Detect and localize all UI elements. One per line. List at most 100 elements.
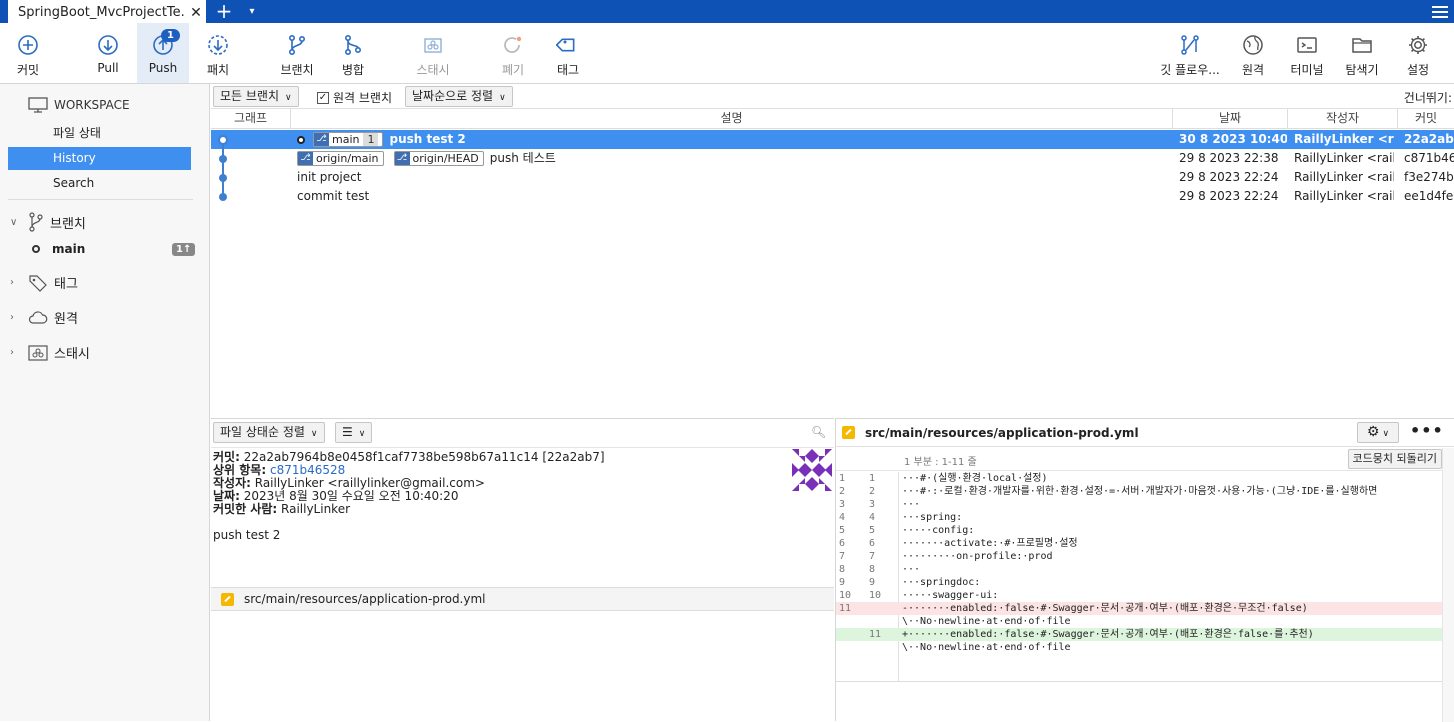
settings-button[interactable]: 설정 bbox=[1398, 23, 1438, 83]
diff-line[interactable]: 10 10 ·····swagger-ui: bbox=[836, 589, 1442, 602]
chevron-right-icon[interactable]: › bbox=[10, 277, 22, 288]
remote-ref-label[interactable]: ⎇ origin/main bbox=[297, 151, 384, 166]
sidebar-divider bbox=[8, 199, 193, 200]
diff-line[interactable]: 11 -·······enabled:·false·#·Swagger·문서·공개… bbox=[836, 602, 1442, 615]
sidebar-item-history[interactable]: History bbox=[8, 147, 191, 170]
diff-options-button[interactable]: ⚙︎ ∨ bbox=[1357, 422, 1399, 443]
folder-icon bbox=[1352, 38, 1372, 53]
diff-line[interactable]: 7 7 ·········on-profile:·prod bbox=[836, 550, 1442, 563]
column-description[interactable]: 설명 bbox=[291, 109, 1173, 129]
parent-label: 상위 항목: bbox=[213, 463, 267, 477]
chevron-down-icon[interactable]: ∨ bbox=[10, 217, 22, 228]
tab-menu-icon[interactable]: ▾ bbox=[244, 1, 260, 23]
sidebar-section-stashes[interactable]: › 스태시 bbox=[10, 343, 90, 362]
view-mode-dropdown[interactable]: ☰ ∨ bbox=[335, 422, 373, 443]
tag-label: 태그 bbox=[556, 63, 580, 77]
old-line-number: 10 bbox=[839, 590, 852, 601]
diff-line[interactable]: 3 3 ··· bbox=[836, 498, 1442, 511]
fetch-icon bbox=[208, 35, 228, 55]
diff-line[interactable]: 8 8 ··· bbox=[836, 563, 1442, 576]
commit-hash-value: 22a2ab7964b8e0458f1caf7738be598b67a11c14… bbox=[243, 450, 605, 464]
sidebar-section-branches[interactable]: ∨ 브랜치 bbox=[10, 212, 86, 232]
chevron-down-icon: ∨ bbox=[499, 93, 506, 103]
diff-line[interactable]: 6 6 ·······activate:·#·프로필명·설정 bbox=[836, 537, 1442, 550]
diff-line[interactable]: 11 +·······enabled:·false·#·Swagger·문서·공개… bbox=[836, 628, 1442, 641]
new-line-number: 6 bbox=[869, 538, 876, 549]
branch-main-item[interactable]: main bbox=[32, 242, 85, 256]
diff-line[interactable]: \··No·newline·at·end·of·file bbox=[836, 641, 1442, 654]
diff-code: \··No·newline·at·end·of·file bbox=[902, 642, 1071, 653]
commit-button[interactable]: 커밋 bbox=[8, 23, 48, 83]
branch-ref-label[interactable]: ⎇ main 1 bbox=[313, 132, 384, 147]
hunk-header: 1 부분 : 1-11 줄 코드뭉치 되돌리기 bbox=[836, 448, 1442, 471]
repo-tab[interactable]: SpringBoot_MvcProjectTe... ✕ bbox=[8, 0, 206, 23]
file-sort-dropdown[interactable]: 파일 상태순 정렬 ∨ bbox=[213, 422, 325, 443]
remote-branches-checkbox[interactable]: ✓ 원격 브랜치 bbox=[317, 89, 392, 106]
discard-label: 폐기 bbox=[501, 63, 525, 77]
pull-button[interactable]: Pull bbox=[88, 23, 128, 83]
column-author[interactable]: 작성자 bbox=[1288, 109, 1398, 129]
sidebar-item-file-status[interactable]: 파일 상태 bbox=[8, 122, 191, 145]
column-date[interactable]: 날짜 bbox=[1173, 109, 1288, 129]
stash-button[interactable]: 스태시 bbox=[408, 23, 458, 83]
fetch-button[interactable]: 패치 bbox=[198, 23, 238, 83]
chevron-right-icon[interactable]: › bbox=[10, 347, 22, 358]
diff-code: ·······activate:·#·프로필명·설정 bbox=[902, 538, 1078, 549]
sidebar-section-remotes[interactable]: › 원격 bbox=[10, 308, 78, 327]
sort-dropdown[interactable]: 날짜순으로 정렬 ∨ bbox=[405, 86, 513, 107]
graph-node-head bbox=[218, 135, 228, 145]
diff-line[interactable]: \··No·newline·at·end·of·file bbox=[836, 615, 1442, 628]
more-options-icon[interactable]: ••• bbox=[1410, 421, 1444, 440]
committer-line: 커밋한 사람: RaillyLinker bbox=[213, 503, 350, 516]
merge-button[interactable]: 병합 bbox=[333, 23, 373, 83]
hamburger-menu-icon[interactable] bbox=[1432, 3, 1448, 19]
diff-line[interactable]: 5 5 ·····config: bbox=[836, 524, 1442, 537]
diff-line[interactable]: 2 2 ···#·:·로컬·환경·개발자를·위한·환경·설정·=·서버·개발자가·마… bbox=[836, 485, 1442, 498]
new-line-number: 7 bbox=[869, 551, 876, 562]
commit-row[interactable]: ⎇ origin/main ⎇ origin/HEAD push 테스트 29 8 20… bbox=[211, 149, 1454, 168]
chevron-down-icon: ∨ bbox=[310, 429, 318, 439]
sidebar-item-search[interactable]: Search bbox=[8, 172, 191, 195]
terminal-icon bbox=[1297, 37, 1317, 53]
branch-icon: ⎇ bbox=[298, 152, 313, 165]
commit-icon bbox=[18, 35, 38, 55]
terminal-button[interactable]: 터미널 bbox=[1287, 23, 1327, 83]
committer-value: RaillyLinker bbox=[281, 502, 351, 516]
diff-file-path: src/main/resources/application-prod.yml bbox=[865, 425, 1139, 440]
discard-button[interactable]: 폐기 bbox=[493, 23, 533, 83]
sidebar-section-tags[interactable]: › 태그 bbox=[10, 273, 78, 292]
gitflow-button[interactable]: 깃 플로우... bbox=[1155, 23, 1225, 83]
search-icon[interactable]: 🔍︎ bbox=[811, 425, 826, 439]
stash-icon bbox=[424, 38, 442, 53]
tag-button[interactable]: 태그 bbox=[548, 23, 588, 83]
remote-ref-label[interactable]: ⎇ origin/HEAD bbox=[393, 151, 484, 166]
diff-line[interactable]: 1 1 ···#·(실행·환경·local·설정) bbox=[836, 472, 1442, 485]
commit-details-panel: 파일 상태순 정렬 ∨ ☰ ∨ 🔍︎ 커밋: 22a2ab7964b8e0458f1… bbox=[211, 418, 834, 721]
stash-icon bbox=[28, 344, 48, 361]
new-tab-icon[interactable]: + bbox=[212, 0, 236, 23]
diff-panel: src/main/resources/application-prod.yml … bbox=[835, 418, 1454, 722]
diff-scrollbar[interactable] bbox=[1442, 448, 1454, 722]
column-commit[interactable]: 커밋 bbox=[1398, 109, 1454, 129]
branch-button[interactable]: 브랜치 bbox=[277, 23, 317, 83]
divider bbox=[211, 447, 834, 448]
parent-hash-link[interactable]: c871b46528 bbox=[270, 463, 345, 477]
commit-row[interactable]: commit test 29 8 2023 22:24 RaillyLinker… bbox=[211, 187, 1454, 206]
commit-message: push test 2 bbox=[389, 132, 466, 146]
branch-filter-dropdown[interactable]: 모든 브랜치 ∨ bbox=[213, 86, 299, 107]
column-graph[interactable]: 그래프 bbox=[211, 109, 291, 129]
changed-file-item[interactable]: src/main/resources/application-prod.yml bbox=[211, 587, 834, 611]
revert-hunk-button[interactable]: 코드뭉치 되돌리기 bbox=[1347, 449, 1442, 469]
old-line-number: 4 bbox=[839, 512, 846, 523]
close-tab-icon[interactable]: ✕ bbox=[186, 5, 206, 21]
diff-line[interactable]: 9 9 ···springdoc: bbox=[836, 576, 1442, 589]
commit-row[interactable]: init project 29 8 2023 22:24 RaillyLinke… bbox=[211, 168, 1454, 187]
diff-line[interactable]: 4 4 ···spring: bbox=[836, 511, 1442, 524]
chevron-right-icon[interactable]: › bbox=[10, 312, 22, 323]
commit-row[interactable]: ⎇ main 1 push test 2 30 8 2023 10:40 Railly… bbox=[211, 130, 1454, 149]
remote-button[interactable]: 원격 bbox=[1233, 23, 1273, 83]
list-view-icon: ☰ bbox=[342, 425, 353, 439]
push-button[interactable]: 1 Push bbox=[137, 23, 189, 83]
gear-icon: ⚙︎ bbox=[1366, 424, 1380, 440]
explorer-button[interactable]: 탐색기 bbox=[1340, 23, 1384, 83]
